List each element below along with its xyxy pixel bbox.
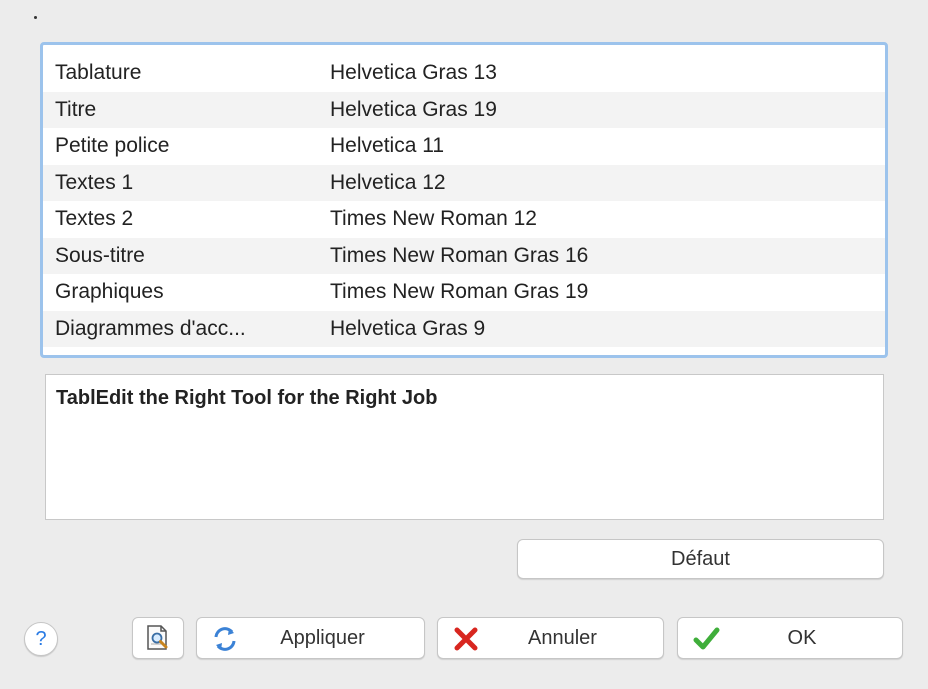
- refresh-icon: [214, 627, 236, 651]
- ok-button[interactable]: OK: [677, 617, 903, 659]
- element-font: Helvetica 11: [330, 134, 445, 158]
- font-list-row[interactable]: Petite police Helvetica 11: [43, 128, 885, 165]
- element-name: Diagrammes d'acc...: [55, 316, 246, 340]
- decorative-dot: [34, 16, 37, 19]
- default-button[interactable]: Défaut: [517, 539, 884, 579]
- green-check-icon: [693, 627, 720, 650]
- red-x-icon: [454, 627, 478, 651]
- element-font: Times New Roman Gras 19: [330, 280, 589, 304]
- help-button[interactable]: ?: [24, 622, 58, 656]
- cancel-button[interactable]: Annuler: [437, 617, 664, 659]
- font-list-row[interactable]: Titre Helvetica Gras 19: [43, 91, 885, 128]
- print-preview-icon: [147, 625, 168, 650]
- apply-button-label: Appliquer: [280, 626, 365, 649]
- preview-text: TablEdit the Right Tool for the Right Jo…: [56, 387, 438, 409]
- element-font: Helvetica Gras 13: [330, 61, 497, 85]
- element-name: Tablature: [55, 61, 142, 85]
- font-preview-pane: TablEdit the Right Tool for the Right Jo…: [45, 374, 884, 520]
- font-list-row[interactable]: Tablature Helvetica Gras 13: [43, 55, 885, 92]
- font-list-row[interactable]: Graphiques Times New Roman Gras 19: [43, 274, 885, 311]
- element-font: Helvetica Gras 9: [330, 316, 486, 340]
- element-font: Times New Roman Gras 16: [330, 243, 589, 267]
- element-font: Helvetica Gras 19: [330, 97, 497, 121]
- help-icon: ?: [35, 627, 47, 650]
- element-font: Times New Roman 12: [330, 207, 537, 231]
- element-name: Petite police: [55, 134, 170, 158]
- element-name: Graphiques: [55, 280, 164, 304]
- default-button-label: Défaut: [671, 547, 730, 570]
- font-list-row[interactable]: Sous-titre Times New Roman Gras 16: [43, 237, 885, 274]
- element-name: Textes 1: [55, 170, 134, 194]
- font-list-row[interactable]: Textes 1 Helvetica 12: [43, 164, 885, 201]
- element-name: Sous-titre: [55, 243, 145, 267]
- element-font: Helvetica 12: [330, 170, 446, 194]
- print-preview-button[interactable]: [132, 617, 184, 659]
- element-name: Textes 2: [55, 207, 134, 231]
- element-name: Titre: [55, 97, 97, 121]
- font-list[interactable]: Tablature Helvetica Gras 13 Titre Helvet…: [40, 42, 888, 358]
- apply-button[interactable]: Appliquer: [196, 617, 425, 659]
- font-list-row[interactable]: Diagrammes d'acc... Helvetica Gras 9: [43, 310, 885, 347]
- font-list-row[interactable]: Textes 2 Times New Roman 12: [43, 201, 885, 238]
- ok-button-label: OK: [787, 626, 817, 649]
- cancel-button-label: Annuler: [528, 626, 597, 649]
